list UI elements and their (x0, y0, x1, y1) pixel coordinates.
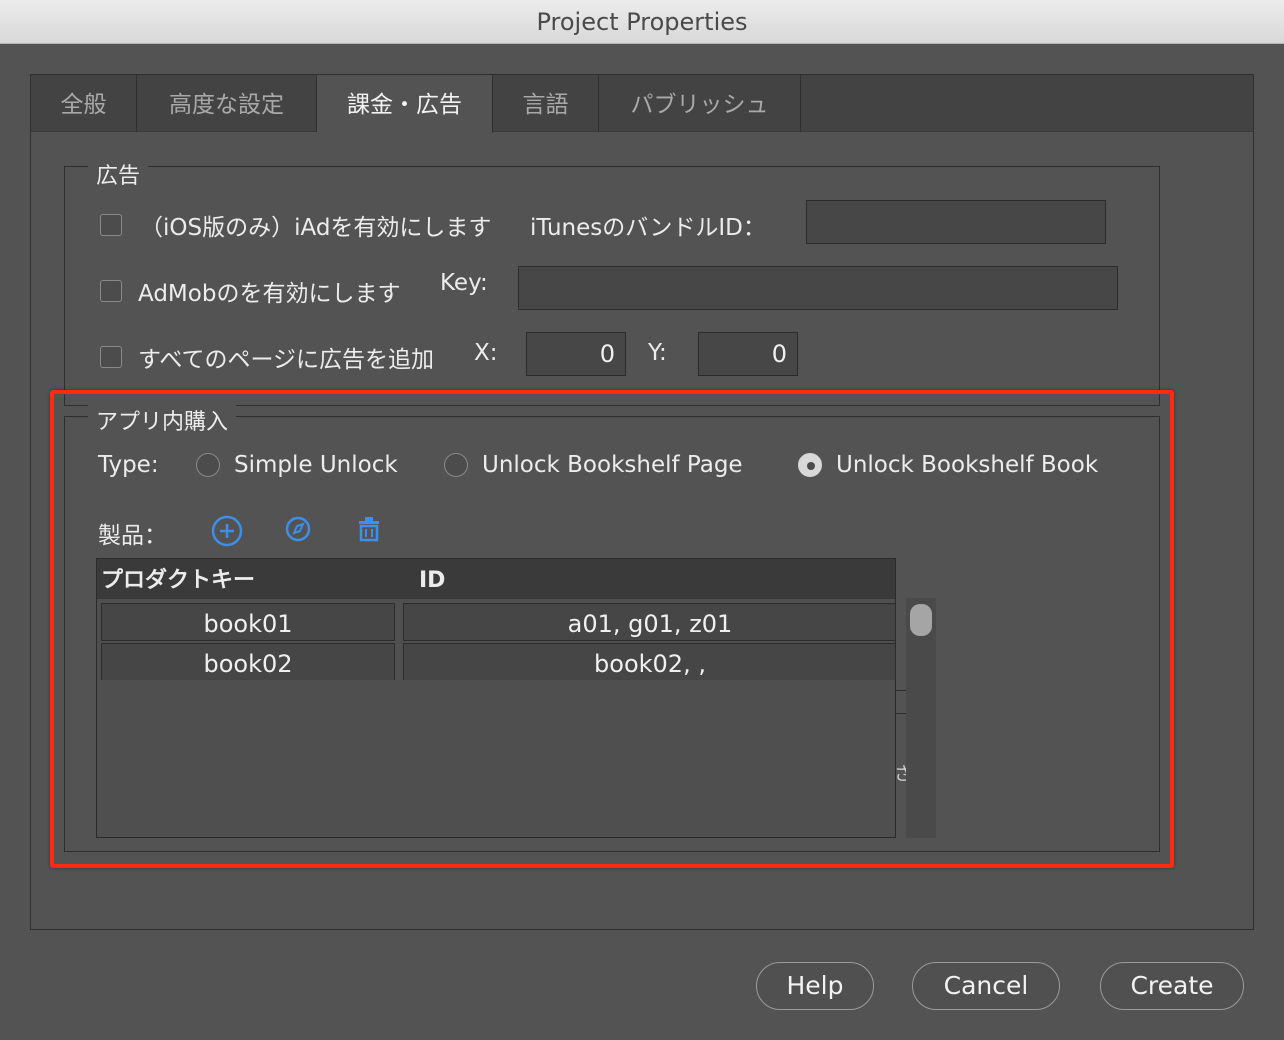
tab-bar: 全般 高度な設定 課金・広告 言語 パブリッシュ (31, 75, 1253, 133)
ads-legend: 広告 (88, 158, 149, 190)
itunes-bundle-label: iTunesのバンドルID： (530, 215, 766, 241)
iad-label: （iOS版のみ）iAdを有効にします (140, 215, 492, 241)
x-label: X: (474, 340, 498, 366)
trash-icon[interactable] (352, 512, 386, 546)
table-scrollbar[interactable] (906, 598, 936, 838)
iap-legend: アプリ内購入 (88, 404, 237, 436)
tab-billing-ads[interactable]: 課金・広告 (317, 75, 493, 133)
admob-checkbox[interactable] (100, 280, 122, 302)
clipped-text: さ (894, 764, 906, 785)
radio-unlock-book-label: Unlock Bookshelf Book (836, 452, 1099, 478)
x-field[interactable]: 0 (526, 332, 626, 376)
window-title: Project Properties (0, 0, 1284, 44)
products-table: プロダクトキー ID book01 a01, g01, z01 book02 b… (96, 558, 896, 838)
create-button[interactable]: Create (1100, 962, 1244, 1010)
tab-publish[interactable]: パブリッシュ (599, 75, 801, 132)
products-label: 製品： (98, 523, 167, 549)
y-field[interactable]: 0 (698, 332, 798, 376)
compass-edit-icon[interactable] (282, 512, 316, 546)
table-cell-id[interactable]: book02, , (403, 643, 895, 681)
all-pages-label: すべてのページに広告を追加 (138, 347, 435, 373)
itunes-bundle-field[interactable] (806, 200, 1106, 244)
cancel-button[interactable]: Cancel (912, 962, 1060, 1010)
tab-language[interactable]: 言語 (493, 75, 599, 132)
table-cell-key[interactable]: book02 (101, 643, 395, 681)
key-label: Key: (440, 270, 488, 296)
scrollbar-thumb[interactable] (910, 604, 932, 636)
admob-label: AdMobのを有効にします (138, 281, 401, 307)
radio-unlock-book[interactable]: Unlock Bookshelf Book (798, 452, 1098, 478)
column-header-id[interactable]: ID (419, 559, 445, 599)
add-circle-icon[interactable] (210, 514, 244, 548)
tab-general[interactable]: 全般 (31, 75, 137, 132)
radio-simple-unlock-circle[interactable] (196, 453, 220, 477)
radio-simple-unlock[interactable]: Simple Unlock (196, 452, 398, 478)
radio-unlock-page-label: Unlock Bookshelf Page (482, 452, 743, 478)
column-header-product-key[interactable]: プロダクトキー (101, 559, 255, 599)
tab-advanced[interactable]: 高度な設定 (137, 75, 317, 132)
y-label: Y: (648, 340, 667, 366)
type-label: Type: (98, 452, 159, 478)
key-field[interactable] (518, 266, 1118, 310)
help-button[interactable]: Help (756, 962, 874, 1010)
radio-unlock-page[interactable]: Unlock Bookshelf Page (444, 452, 743, 478)
radio-unlock-page-circle[interactable] (444, 453, 468, 477)
table-cell-key[interactable]: book01 (101, 603, 395, 641)
all-pages-checkbox[interactable] (100, 346, 122, 368)
radio-unlock-book-circle[interactable] (798, 453, 822, 477)
table-cell-id[interactable]: a01, g01, z01 (403, 603, 895, 641)
table-empty-area (97, 680, 895, 837)
iad-checkbox[interactable] (100, 214, 122, 236)
table-header: プロダクトキー ID (97, 559, 895, 599)
radio-simple-unlock-label: Simple Unlock (234, 452, 398, 478)
